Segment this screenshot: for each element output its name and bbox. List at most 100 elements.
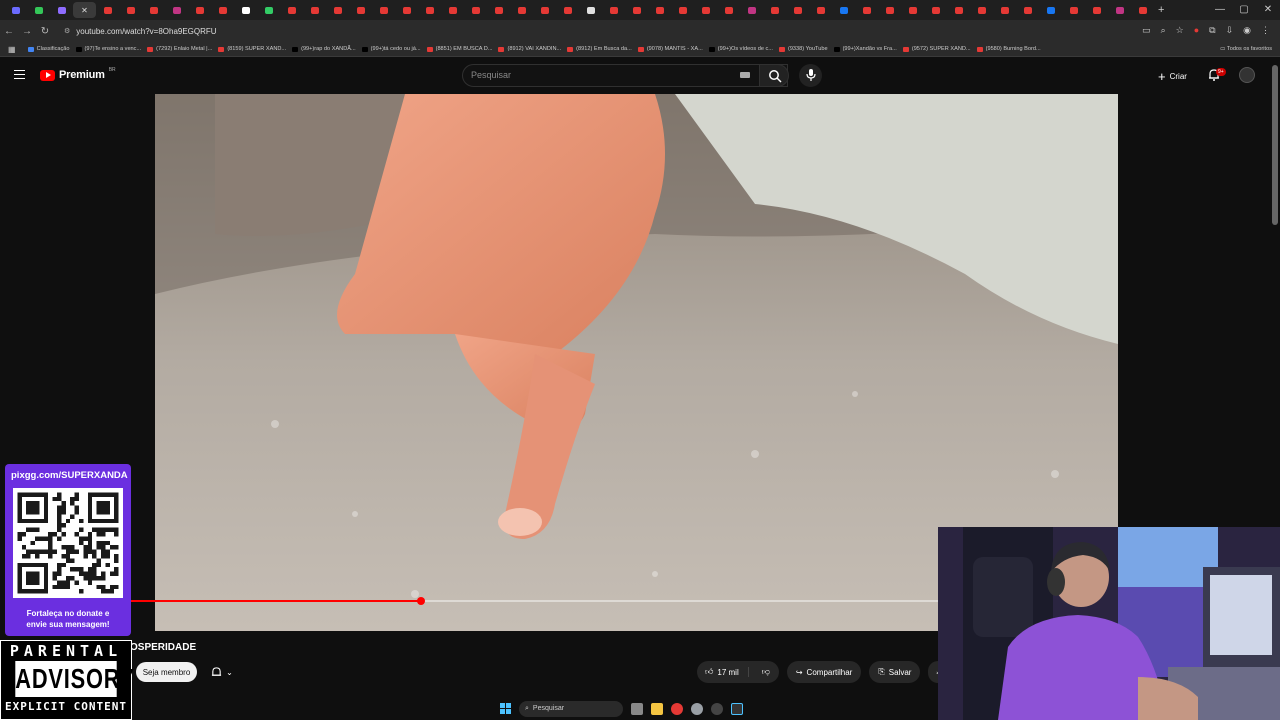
obs-icon[interactable] [731, 702, 743, 715]
bookmark-item[interactable]: (9078) MANTIS - XA... [637, 46, 703, 52]
browser-tab[interactable] [533, 2, 556, 18]
settings-icon[interactable] [691, 702, 703, 715]
browser-tab[interactable] [671, 2, 694, 18]
browser-tab[interactable] [510, 2, 533, 18]
bookmark-item[interactable]: (7292) Enlaio Metal |... [147, 46, 212, 52]
browser-tab[interactable] [257, 2, 280, 18]
browser-tab[interactable] [763, 2, 786, 18]
browser-tab[interactable] [464, 2, 487, 18]
url-field[interactable]: ⚙ youtube.com/watch?v=8Oha9EGQRFU [64, 27, 217, 36]
save-button[interactable]: ⎘ Salvar [869, 661, 921, 683]
browser-tab[interactable]: ✕ [73, 2, 96, 18]
browser-tab[interactable] [786, 2, 809, 18]
close-button[interactable]: ✕ [1256, 0, 1280, 20]
bookmark-item[interactable]: (8912) VAI XANDIN... [498, 46, 561, 52]
back-icon[interactable]: ← [0, 26, 18, 37]
cast-icon[interactable]: ▭ [1142, 25, 1151, 36]
bookmark-item[interactable]: (9580) Burning Bord... [976, 46, 1041, 52]
bookmark-item[interactable]: (8159) SUPER XAND... [218, 46, 286, 52]
bookmark-item[interactable]: (99+)tá cedo ou já... [361, 46, 421, 52]
browser-tab[interactable] [648, 2, 671, 18]
voice-search-button[interactable] [799, 64, 822, 87]
avatar[interactable] [1239, 67, 1255, 83]
browser-tab[interactable] [395, 2, 418, 18]
browser-tab[interactable] [4, 2, 27, 18]
file-explorer-icon[interactable] [651, 702, 663, 715]
browser-tab[interactable] [1085, 2, 1108, 18]
browser-tab[interactable] [188, 2, 211, 18]
join-member-button[interactable]: Seja membro [136, 662, 197, 682]
search-input[interactable] [471, 70, 731, 80]
bookmark-item[interactable]: (9338) YouTube [778, 46, 828, 52]
browser-tab[interactable] [556, 2, 579, 18]
progress-bar-remaining[interactable] [420, 600, 938, 602]
browser-tab[interactable] [1039, 2, 1062, 18]
browser-tab[interactable] [809, 2, 832, 18]
progress-scrubber[interactable] [416, 597, 425, 605]
browser-tab[interactable] [487, 2, 510, 18]
browser-tab[interactable] [1016, 2, 1039, 18]
scrollbar-thumb[interactable] [1272, 65, 1278, 225]
browser-tab[interactable] [50, 2, 73, 18]
browser-tab[interactable] [441, 2, 464, 18]
browser-tab[interactable] [855, 2, 878, 18]
app-icon[interactable] [711, 702, 723, 715]
browser-tab[interactable] [165, 2, 188, 18]
forward-icon[interactable]: → [18, 26, 36, 37]
browser-tab[interactable] [993, 2, 1016, 18]
bookmark-item[interactable]: (9572) SUPER XAND... [902, 46, 971, 52]
bookmark-star-icon[interactable]: ☆ [1176, 25, 1184, 36]
browser-tab[interactable] [211, 2, 234, 18]
profile-icon[interactable]: ◉ [1243, 25, 1251, 36]
youtube-logo[interactable]: Premium BR [40, 67, 116, 81]
browser-tab[interactable] [901, 2, 924, 18]
browser-tab[interactable] [602, 2, 625, 18]
browser-tab[interactable] [947, 2, 970, 18]
browser-tab[interactable] [349, 2, 372, 18]
search-button[interactable] [759, 64, 789, 87]
browser-tab[interactable] [740, 2, 763, 18]
downloads-icon[interactable]: ⇩ [1226, 25, 1234, 36]
browser-tab[interactable] [96, 2, 119, 18]
reload-icon[interactable]: ↻ [36, 26, 54, 37]
extensions-puzzle-icon[interactable]: ⧉ [1209, 25, 1215, 36]
browser-tab[interactable] [717, 2, 740, 18]
bookmark-item[interactable]: (8851) EM BUSCA D... [426, 46, 492, 52]
site-info-icon[interactable]: ⚙ [64, 27, 70, 35]
browser-tab[interactable] [1062, 2, 1085, 18]
windows-start-icon[interactable] [500, 703, 511, 714]
taskbar-search[interactable]: ⌕ Pesquisar [519, 700, 623, 717]
browser-tab[interactable] [234, 2, 257, 18]
maximize-button[interactable]: ▢ [1232, 0, 1256, 20]
menu-icon[interactable] [14, 70, 25, 79]
apps-icon[interactable]: ▦ [8, 45, 16, 54]
browser-tab[interactable] [119, 2, 142, 18]
browser-tab[interactable] [372, 2, 395, 18]
browser-tab[interactable] [924, 2, 947, 18]
browser-tab[interactable] [326, 2, 349, 18]
browser-tab[interactable] [142, 2, 165, 18]
browser-tab[interactable] [694, 2, 717, 18]
keyboard-icon[interactable] [740, 72, 750, 78]
task-view-icon[interactable] [631, 702, 643, 715]
browser-tab[interactable] [878, 2, 901, 18]
share-button[interactable]: ↪ Compartilhar [786, 661, 862, 683]
bookmark-item[interactable]: Classificação [27, 46, 70, 52]
bookmark-item[interactable]: (99+)rap do XANDÃ... [292, 46, 356, 52]
browser-tab[interactable] [280, 2, 303, 18]
minimize-button[interactable]: — [1208, 0, 1232, 20]
browser-tab[interactable] [1131, 2, 1154, 18]
bookmark-item[interactable]: (97)Te ensino a venc... [75, 46, 141, 52]
browser-tab[interactable] [303, 2, 326, 18]
new-tab-button[interactable]: + [1158, 4, 1164, 16]
chrome-icon[interactable] [671, 702, 683, 715]
browser-tab[interactable] [418, 2, 441, 18]
dislike-button[interactable]: 👎︎ [753, 667, 779, 677]
bookmark-item[interactable]: (99+)Os vídeos de c... [708, 46, 773, 52]
browser-tab[interactable] [579, 2, 602, 18]
browser-tab[interactable] [970, 2, 993, 18]
zoom-icon[interactable]: ⌕ [1161, 25, 1166, 36]
all-bookmarks-link[interactable]: ▭ Todos os favoritos [1220, 46, 1272, 52]
extension-icon[interactable]: ● [1194, 25, 1199, 36]
menu-dots-icon[interactable]: ⋮ [1261, 25, 1270, 36]
